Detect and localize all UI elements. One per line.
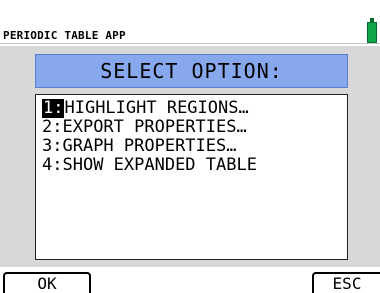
menu-item-graph-properties[interactable]: 3:GRAPH PROPERTIES…	[42, 137, 347, 156]
softkey-bar: OK ESC	[0, 267, 380, 293]
dialog-title: SELECT OPTION:	[35, 54, 348, 88]
option-list: 1:HIGHLIGHT REGIONS… 2:EXPORT PROPERTIES…	[36, 95, 347, 175]
ok-button[interactable]: OK	[3, 272, 91, 293]
menu-item-label: SHOW EXPANDED TABLE	[62, 155, 257, 175]
menu-item-label: GRAPH PROPERTIES…	[62, 136, 237, 156]
app-title: PERIODIC TABLE APP	[3, 29, 126, 42]
menu-item-highlight-regions[interactable]: 1:HIGHLIGHT REGIONS…	[42, 99, 347, 118]
menu-item-number: 1:	[42, 98, 65, 118]
option-panel: 1:HIGHLIGHT REGIONS… 2:EXPORT PROPERTIES…	[35, 94, 348, 260]
menu-item-export-properties[interactable]: 2:EXPORT PROPERTIES…	[42, 118, 347, 137]
menu-item-number: 4:	[42, 155, 63, 175]
menu-item-number: 3:	[42, 136, 63, 156]
status-bar-divider	[0, 43, 380, 44]
menu-item-label: HIGHLIGHT REGIONS…	[64, 98, 249, 118]
menu-item-number: 2:	[42, 117, 63, 137]
menu-item-label: EXPORT PROPERTIES…	[62, 117, 247, 137]
battery-full-icon	[367, 18, 377, 43]
esc-button[interactable]: ESC	[312, 272, 380, 293]
status-bar: PERIODIC TABLE APP	[0, 0, 380, 46]
menu-item-show-expanded-table[interactable]: 4:SHOW EXPANDED TABLE	[42, 156, 347, 175]
